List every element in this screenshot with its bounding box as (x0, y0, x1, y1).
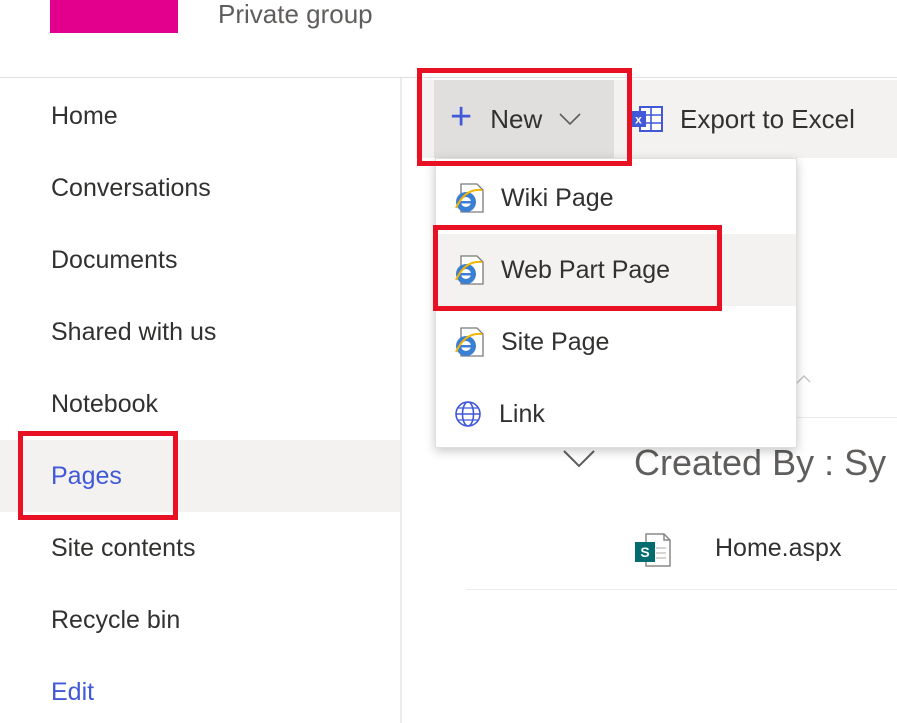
nav-item-site-contents[interactable]: Site contents (0, 512, 400, 584)
nav-item-recycle-bin[interactable]: Recycle bin (0, 584, 400, 656)
svg-text:x: x (635, 113, 642, 127)
nav-item-label: Documents (51, 245, 178, 274)
ie-page-icon (453, 182, 485, 214)
globe-icon (453, 399, 483, 429)
ie-page-icon (453, 326, 485, 358)
collapse-group-chevron-icon[interactable] (562, 448, 596, 470)
plus-icon: + (450, 96, 473, 138)
nav-item-label: Pages (51, 461, 122, 490)
nav-item-pages[interactable]: Pages (0, 440, 400, 512)
new-button-label: New (490, 103, 543, 134)
header-divider (0, 77, 897, 78)
group-logo[interactable] (50, 0, 178, 33)
sharepoint-page-icon: S (634, 532, 672, 573)
menu-item-label: Web Part Page (501, 255, 671, 284)
ie-page-icon (453, 254, 485, 286)
export-to-excel-button[interactable]: x Export to Excel (630, 80, 855, 158)
nav-item-shared-with-us[interactable]: Shared with us (0, 296, 400, 368)
nav-item-label: Recycle bin (51, 605, 181, 634)
nav-item-conversations[interactable]: Conversations (0, 152, 400, 224)
nav-item-home[interactable]: Home (0, 80, 400, 152)
nav-item-notebook[interactable]: Notebook (0, 368, 400, 440)
new-button[interactable]: + New (434, 80, 614, 158)
nav-item-documents[interactable]: Documents (0, 224, 400, 296)
chevron-down-icon (558, 112, 582, 126)
nav-item-label: Shared with us (51, 317, 217, 346)
menu-item-site-page[interactable]: Site Page (436, 306, 796, 378)
left-navigation: Home Conversations Documents Shared with… (0, 80, 400, 723)
new-dropdown-menu: Wiki Page Web Part Page Site Page Link (435, 158, 797, 448)
table-row[interactable]: S Home.aspx (466, 510, 897, 590)
menu-item-label: Link (499, 399, 545, 428)
file-name-link[interactable]: Home.aspx (715, 534, 841, 563)
nav-edit-link[interactable]: Edit (0, 656, 400, 723)
menu-item-wiki-page[interactable]: Wiki Page (436, 162, 796, 234)
excel-icon: x (630, 104, 664, 134)
menu-item-link[interactable]: Link (436, 378, 796, 450)
nav-item-label: Edit (51, 677, 95, 706)
nav-item-label: Site contents (51, 533, 196, 562)
nav-item-label: Notebook (51, 389, 159, 418)
menu-item-label: Site Page (501, 327, 610, 356)
svg-text:S: S (640, 544, 649, 560)
menu-item-web-part-page[interactable]: Web Part Page (436, 234, 796, 306)
nav-item-label: Home (51, 101, 118, 130)
nav-item-label: Conversations (51, 173, 211, 202)
export-to-excel-label: Export to Excel (680, 103, 855, 134)
group-privacy-label: Private group (218, 0, 373, 29)
nav-divider (400, 78, 402, 723)
menu-item-label: Wiki Page (501, 183, 614, 212)
